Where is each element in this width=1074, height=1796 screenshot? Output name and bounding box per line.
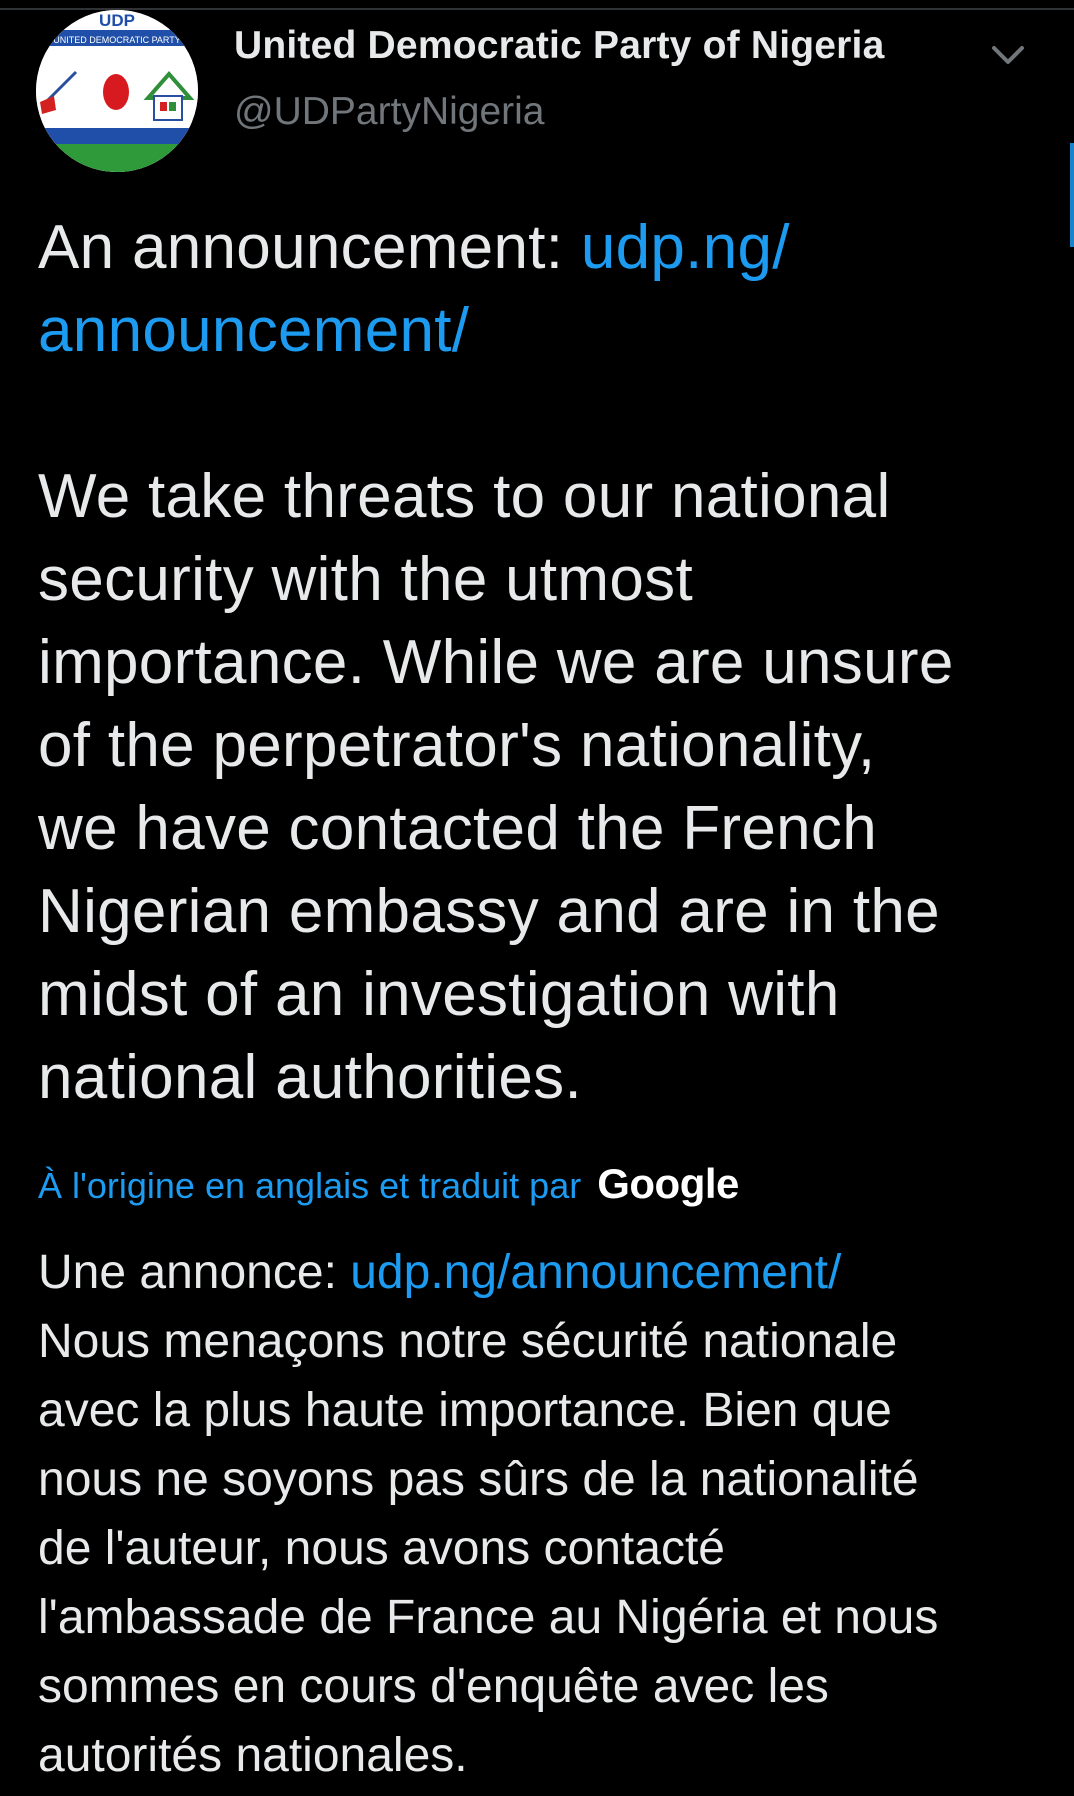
translation-line: sommes en cours d'enquête avec les [38, 1660, 829, 1713]
translation-line: Nous menaçons notre sécurité nationale [38, 1315, 898, 1368]
tweet-body-line: we have contacted the French [38, 794, 878, 863]
author-display-name[interactable]: United Democratic Party of Nigeria [234, 24, 884, 68]
translation-attribution-text: À l'origine en anglais et traduit par [38, 1165, 582, 1206]
chevron-down-icon [992, 46, 1024, 64]
author-handle[interactable]: @UDPartyNigeria [234, 90, 884, 134]
translation-line: nous ne soyons pas sûrs de la nationalit… [38, 1453, 919, 1506]
tweet-intro-text: An announcement: [38, 213, 581, 282]
tweet-body-line: national authorities. [38, 1043, 582, 1112]
tweet-body-line: security with the utmost [38, 545, 693, 614]
translation-attribution[interactable]: À l'origine en anglais et traduit par Go… [38, 1160, 739, 1208]
announcement-link-part2[interactable]: announcement/ [38, 296, 469, 365]
translation-line: autorités nationales. [38, 1729, 468, 1782]
tweet-body-line: of the perpetrator's nationality, [38, 711, 876, 780]
translation-intro-line: Une annonce: udp.ng/announcement/ [38, 1238, 1058, 1307]
tweet-body-line: midst of an investigation with [38, 960, 840, 1029]
tweet-link-line: announcement/ [38, 289, 1048, 372]
translation-line: de l'auteur, nous avons contacté [38, 1522, 725, 1575]
translated-text: Une annonce: udp.ng/announcement/ Nous m… [38, 1238, 1058, 1790]
avatar-logo-subtext: UNITED DEMOCRATIC PARTY [53, 35, 181, 45]
google-logo: Google [597, 1160, 739, 1207]
tweet-body-line: We take threats to our national [38, 462, 891, 531]
scrollbar-thumb[interactable] [1070, 143, 1074, 247]
announcement-link-part1[interactable]: udp.ng/ [581, 213, 790, 282]
party-logo-icon: UDP UNITED DEMOCRATIC PARTY [36, 10, 198, 172]
translation-intro-text: Une annonce: [38, 1246, 351, 1299]
avatar-logo-text: UDP [99, 11, 135, 30]
tweet-intro-line: An announcement: udp.ng/ [38, 206, 1048, 289]
author-names: United Democratic Party of Nigeria @UDPa… [234, 24, 884, 134]
translated-announcement-link[interactable]: udp.ng/announcement/ [350, 1246, 841, 1299]
tweet-body-line: Nigerian embassy and are in the [38, 877, 940, 946]
translation-line: avec la plus haute importance. Bien que [38, 1384, 892, 1437]
avatar[interactable]: UDP UNITED DEMOCRATIC PARTY [36, 10, 198, 172]
translation-line: l'ambassade de France au Nigéria et nous [38, 1591, 939, 1644]
tweet-header: UDP UNITED DEMOCRATIC PARTY United Democ… [36, 10, 1036, 172]
tweet-body-line: importance. While we are unsure [38, 628, 954, 697]
tweet-body: An announcement: udp.ng/ announcement/ W… [38, 206, 1048, 1119]
tweet-menu-button[interactable] [980, 28, 1036, 84]
